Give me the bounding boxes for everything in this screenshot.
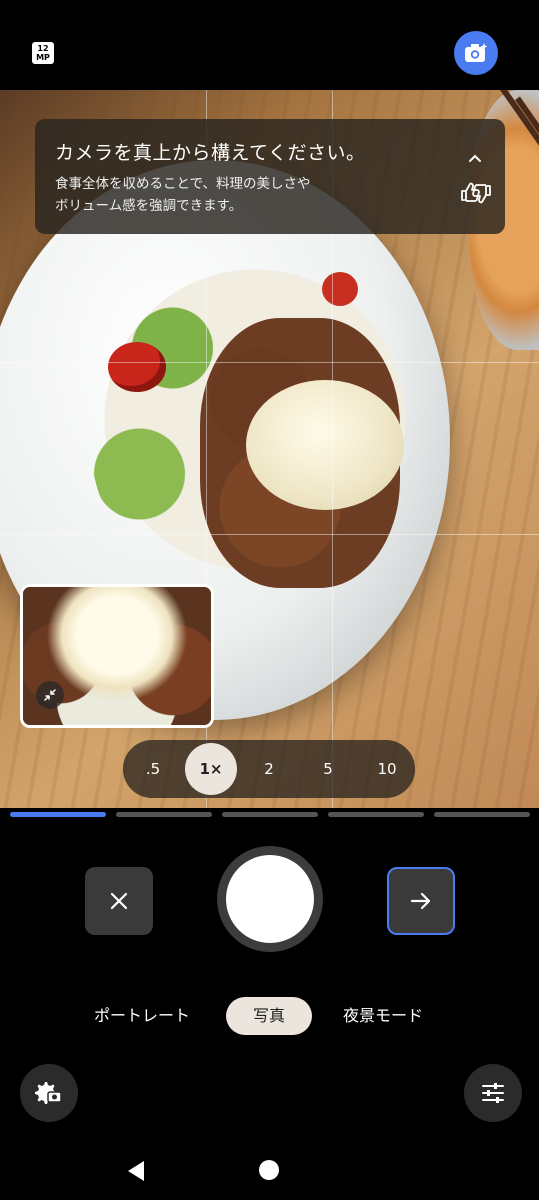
camera-sparkle-icon bbox=[465, 43, 488, 62]
home-circle-icon[interactable] bbox=[259, 1160, 279, 1180]
back-triangle-icon[interactable] bbox=[126, 1160, 146, 1182]
adjustments-button[interactable] bbox=[464, 1064, 522, 1122]
arrow-right-icon bbox=[410, 892, 431, 910]
camera-ai-button[interactable] bbox=[454, 31, 498, 75]
mode-portrait[interactable]: ポートレート bbox=[94, 997, 190, 1035]
resolution-badge-unit: MP bbox=[36, 53, 50, 62]
shrink-arrows-icon bbox=[44, 689, 56, 701]
zoom-selector: .5 1× 2 5 10 bbox=[123, 740, 415, 798]
step-segment bbox=[328, 812, 424, 817]
composition-tip-card: カメラを真上から構えてください。 食事全体を収めることで、料理の美しさや ボリュ… bbox=[35, 119, 505, 234]
close-icon bbox=[110, 892, 128, 910]
top-bar: 12 MP bbox=[0, 0, 539, 90]
sliders-icon bbox=[482, 1083, 504, 1103]
step-segment bbox=[222, 812, 318, 817]
zoom-option-0-5[interactable]: .5 bbox=[135, 740, 171, 798]
camera-mode-selector: ポートレート 写真 夜景モード bbox=[0, 997, 539, 1035]
shrink-preview-button[interactable] bbox=[36, 681, 64, 709]
step-segment bbox=[434, 812, 530, 817]
thumbs-up-down-icon[interactable] bbox=[459, 179, 493, 207]
mode-photo-selected[interactable]: 写真 bbox=[226, 997, 312, 1035]
preview-thumbnail[interactable] bbox=[20, 584, 214, 728]
tip-body-line: 食事全体を収めることで、料理の美しさや bbox=[55, 176, 311, 192]
step-segment bbox=[116, 812, 212, 817]
grid-line bbox=[0, 362, 539, 363]
mode-night[interactable]: 夜景モード bbox=[343, 997, 423, 1035]
tip-title: カメラを真上から構えてください。 bbox=[55, 142, 366, 164]
zoom-option-10[interactable]: 10 bbox=[367, 740, 407, 798]
resolution-badge[interactable]: 12 MP bbox=[32, 42, 54, 64]
tomato bbox=[322, 272, 358, 306]
next-button[interactable] bbox=[387, 867, 455, 935]
chevron-up-icon[interactable] bbox=[465, 149, 485, 169]
capture-step-indicator bbox=[10, 812, 530, 818]
grid-line bbox=[0, 534, 539, 535]
zoom-option-2[interactable]: 2 bbox=[251, 740, 287, 798]
shutter-button[interactable] bbox=[217, 846, 323, 952]
tartar-sauce bbox=[246, 380, 404, 510]
zoom-option-1x-selected[interactable]: 1× bbox=[185, 743, 237, 795]
camera-settings-icon bbox=[35, 1082, 62, 1104]
step-segment-active bbox=[10, 812, 106, 817]
tip-body: 食事全体を収めることで、料理の美しさや ボリューム感を強調できます。 bbox=[55, 173, 415, 217]
resolution-badge-number: 12 bbox=[37, 44, 49, 53]
camera-settings-button[interactable] bbox=[20, 1064, 78, 1122]
tip-body-line: ボリューム感を強調できます。 bbox=[55, 198, 243, 214]
shutter-button-inner bbox=[226, 855, 314, 943]
tomato bbox=[108, 342, 166, 392]
zoom-option-5[interactable]: 5 bbox=[310, 740, 346, 798]
cancel-button[interactable] bbox=[85, 867, 153, 935]
